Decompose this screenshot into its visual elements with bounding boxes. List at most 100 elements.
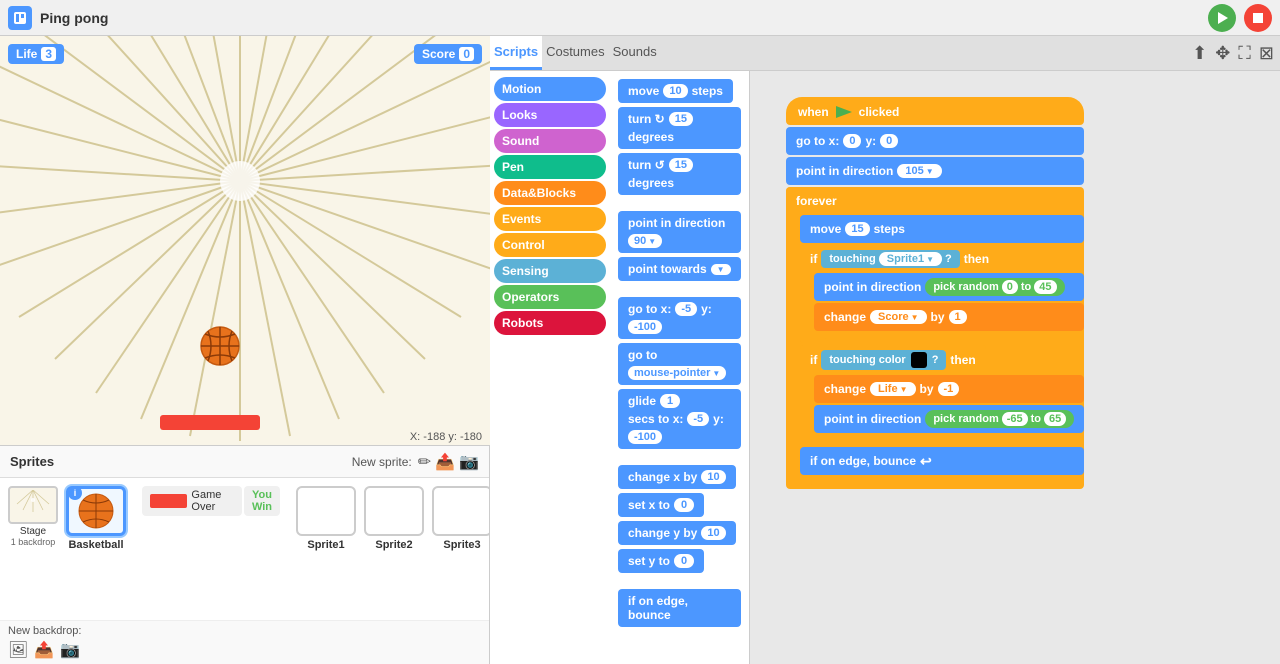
sprite-thumb-label-basketball: Basketball bbox=[68, 539, 123, 551]
block-goto-xy[interactable]: go to x: -5 y: -100 bbox=[618, 297, 741, 339]
stage: Life 3 Score 0 bbox=[0, 36, 490, 446]
stage-thumb-label: Stage bbox=[20, 526, 46, 537]
camera-sprite-button[interactable]: 📷 bbox=[459, 452, 479, 472]
block-script-point-random2[interactable]: point in direction pick random -65 to 65 bbox=[814, 405, 1084, 433]
category-looks[interactable]: Looks bbox=[494, 103, 606, 127]
sprite-thumb-sprite3[interactable]: Sprite3 bbox=[432, 486, 489, 551]
block-goto-pointer[interactable]: go to mouse-pointer bbox=[618, 343, 741, 385]
move-icon-button[interactable]: ✥ bbox=[1215, 43, 1230, 64]
block-script-change-score[interactable]: change Score by 1 bbox=[814, 303, 1084, 331]
blocks-list: move 10 steps turn ↻ 15 degrees turn ↺ 1… bbox=[610, 71, 749, 664]
score-badge: Score 0 bbox=[414, 44, 482, 64]
paint-backdrop-button[interactable]: 🖼 bbox=[8, 640, 28, 660]
block-if2-header[interactable]: if touching color ? then bbox=[800, 345, 986, 375]
category-robots[interactable]: Robots bbox=[494, 311, 606, 335]
sprite-thumb-image-sprite2 bbox=[364, 486, 424, 536]
stage-thumb-sublabel: 1 backdrop bbox=[11, 537, 56, 547]
paddle-sprite bbox=[160, 415, 260, 430]
block-if-on-edge[interactable]: if on edge, bounce bbox=[618, 589, 741, 627]
block-forever-container: forever move 15 steps bbox=[786, 187, 1084, 489]
category-sound[interactable]: Sound bbox=[494, 129, 606, 153]
block-script-point-random1[interactable]: point in direction pick random 0 to 45 bbox=[814, 273, 1084, 301]
block-separator-1 bbox=[618, 199, 741, 207]
block-move[interactable]: move 10 steps bbox=[618, 79, 733, 103]
block-point-towards[interactable]: point towards bbox=[618, 257, 741, 281]
stage-thumbnail[interactable]: Stage 1 backdrop bbox=[8, 486, 58, 547]
expand-icon-button[interactable]: ⛶ bbox=[1238, 43, 1251, 64]
forever-footer bbox=[786, 475, 814, 485]
playback-controls bbox=[1208, 4, 1272, 32]
blocks-area: Motion Looks Sound Pen Data&Blocks Event… bbox=[490, 71, 749, 664]
block-turn-cw[interactable]: turn ↻ 15 degrees bbox=[618, 107, 741, 149]
basketball-sprite bbox=[200, 326, 240, 366]
sprite-tools: ✏ 📤 📷 bbox=[418, 452, 479, 472]
block-script-goto[interactable]: go to x: 0 y: 0 bbox=[786, 127, 1084, 155]
block-change-y[interactable]: change y by 10 bbox=[618, 521, 736, 545]
block-forever-header[interactable]: forever bbox=[786, 187, 847, 215]
block-when-clicked[interactable]: when clicked bbox=[786, 97, 1084, 125]
main-script-stack: when clicked go to x: 0 y: 0 bbox=[786, 97, 1084, 489]
block-separator-3 bbox=[618, 453, 741, 461]
block-script-if-edge[interactable]: if on edge, bounce ↩ bbox=[800, 447, 1084, 475]
score-value: 0 bbox=[459, 47, 474, 61]
forever-inner: move 15 steps if touching bbox=[800, 215, 1084, 475]
tabs-left: Scripts Costumes Sounds bbox=[490, 36, 661, 70]
sprite-thumb-label-sprite3: Sprite3 bbox=[443, 539, 480, 551]
sprites-label: Sprites bbox=[10, 454, 352, 469]
block-separator-2 bbox=[618, 285, 741, 293]
if2-footer bbox=[800, 433, 828, 441]
new-backdrop-label: New backdrop: bbox=[8, 625, 481, 637]
block-script-move[interactable]: move 15 steps bbox=[800, 215, 1084, 243]
sprite-thumb-image-sprite3 bbox=[432, 486, 489, 536]
tab-scripts[interactable]: Scripts bbox=[490, 36, 542, 70]
category-sensing[interactable]: Sensing bbox=[494, 259, 606, 283]
block-glide[interactable]: glide 1 secs to x: -5 y: -100 bbox=[618, 389, 741, 449]
shrink-icon-button[interactable]: ⊠ bbox=[1259, 43, 1274, 64]
upload-icon-button[interactable]: ⬆ bbox=[1192, 43, 1207, 64]
sprites-list: Stage 1 backdrop i Basketball bbox=[0, 478, 489, 620]
block-if1-header[interactable]: if touching Sprite1 ? then bbox=[800, 245, 999, 273]
stage-background bbox=[0, 36, 490, 446]
right-section: Scripts Costumes Sounds ⬆ ✥ ⛶ ⊠ Motion bbox=[490, 36, 1280, 664]
block-if1-container: if touching Sprite1 ? then bbox=[800, 245, 1084, 343]
tab-sounds[interactable]: Sounds bbox=[609, 36, 661, 70]
category-pen[interactable]: Pen bbox=[494, 155, 606, 179]
sprite-thumb-sprite1[interactable]: Sprite1 bbox=[296, 486, 356, 551]
life-value: 3 bbox=[41, 47, 56, 61]
category-operators[interactable]: Operators bbox=[494, 285, 606, 309]
flag-icon bbox=[835, 105, 853, 119]
paint-sprite-button[interactable]: ✏ bbox=[418, 452, 431, 472]
if1-inner: point in direction pick random 0 to 45 bbox=[814, 273, 1084, 331]
block-separator-4 bbox=[618, 577, 741, 585]
stop-button[interactable] bbox=[1244, 4, 1272, 32]
category-motion[interactable]: Motion bbox=[494, 77, 606, 101]
costume-red-bar bbox=[150, 494, 187, 508]
if2-inner: change Life by -1 point in direction bbox=[814, 375, 1084, 433]
category-events[interactable]: Events bbox=[494, 207, 606, 231]
camera-backdrop-button[interactable]: 📷 bbox=[60, 640, 80, 660]
if1-footer bbox=[800, 331, 828, 339]
costume-item-gameover: Game Over bbox=[142, 486, 242, 516]
stage-coords: X: -188 y: -180 bbox=[410, 431, 482, 443]
category-control[interactable]: Control bbox=[494, 233, 606, 257]
category-data[interactable]: Data&Blocks bbox=[494, 181, 606, 205]
pick-random-1: pick random 0 to 45 bbox=[925, 278, 1064, 296]
sprite-thumb-sprite2[interactable]: Sprite2 bbox=[364, 486, 424, 551]
touching-condition: touching Sprite1 ? bbox=[821, 250, 959, 268]
block-point-direction[interactable]: point in direction 90 bbox=[618, 211, 741, 253]
upload-sprite-button[interactable]: 📤 bbox=[435, 452, 455, 472]
green-flag-button[interactable] bbox=[1208, 4, 1236, 32]
sprite-thumb-basketball[interactable]: i Basketball bbox=[66, 486, 126, 551]
block-turn-ccw[interactable]: turn ↺ 15 degrees bbox=[618, 153, 741, 195]
block-set-x[interactable]: set x to 0 bbox=[618, 493, 704, 517]
block-script-point-dir[interactable]: point in direction 105 bbox=[786, 157, 1084, 185]
block-change-x[interactable]: change x by 10 bbox=[618, 465, 736, 489]
color-swatch[interactable] bbox=[911, 352, 927, 368]
block-script-change-life[interactable]: change Life by -1 bbox=[814, 375, 1084, 403]
tab-costumes[interactable]: Costumes bbox=[542, 36, 609, 70]
upload-backdrop-button[interactable]: 📤 bbox=[34, 640, 54, 660]
block-set-y[interactable]: set y to 0 bbox=[618, 549, 704, 573]
sprite-thumb-image-sprite1 bbox=[296, 486, 356, 536]
main-area: Life 3 Score 0 bbox=[0, 36, 1280, 664]
life-badge: Life 3 bbox=[8, 44, 64, 64]
